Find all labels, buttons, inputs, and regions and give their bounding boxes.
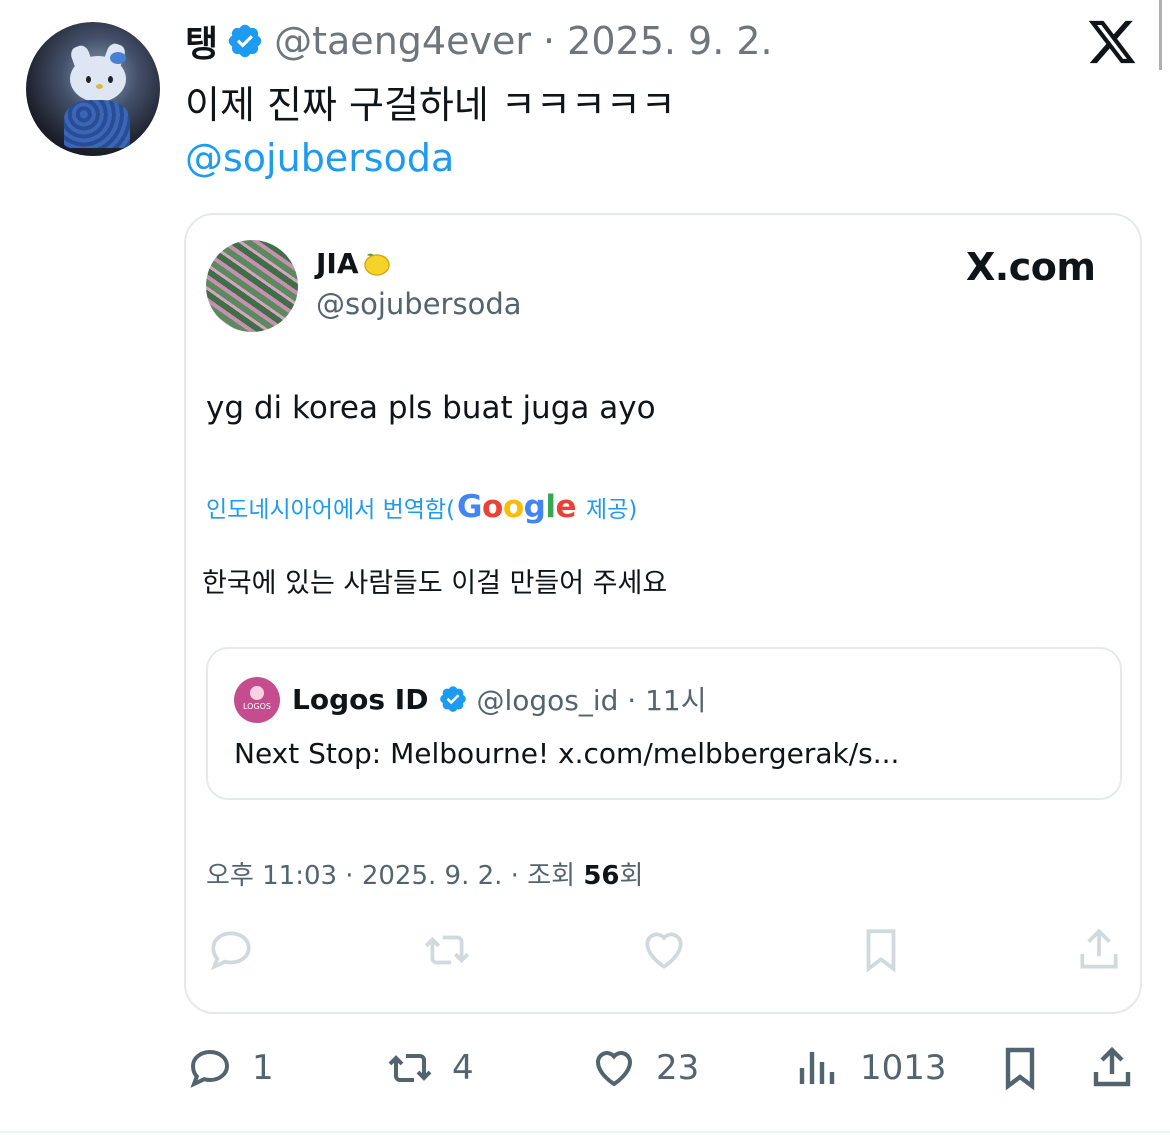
author-avatar[interactable] <box>26 22 160 156</box>
quote-author-avatar[interactable]: LOGOS <box>234 677 280 723</box>
quote-author-name[interactable]: Logos ID <box>292 683 428 716</box>
mention-link[interactable]: @sojubersoda <box>185 136 454 180</box>
embed-action-bar <box>186 925 1140 975</box>
like-count: 23 <box>656 1048 700 1088</box>
quote-header: Logos ID @logos_id · 11시 <box>292 679 706 719</box>
view-count: 56 <box>583 861 620 891</box>
view-suffix: 회 <box>619 861 644 891</box>
bookmark-button[interactable] <box>996 1038 1044 1098</box>
reply-button[interactable]: 1 <box>186 1038 274 1098</box>
reply-icon <box>190 1049 230 1088</box>
translation-provider-suffix: 제공) <box>586 497 638 523</box>
embedded-tweet-card[interactable]: JIA @sojubersoda X.com yg di korea pls b… <box>184 213 1142 1014</box>
verified-badge-icon <box>440 686 467 712</box>
tweet-action-bar: 1 4 23 1013 <box>0 1038 1170 1098</box>
share-icon <box>1093 1046 1131 1087</box>
views-count: 1013 <box>860 1048 947 1088</box>
quote-avatar-text: LOGOS <box>242 702 272 711</box>
embed-author-name[interactable]: JIA <box>316 247 391 280</box>
scrollbar[interactable] <box>1152 0 1162 70</box>
quote-text: Next Stop: Melbourne! x.com/melbbergerak… <box>234 737 900 770</box>
author-handle-and-date[interactable]: @taeng4ever · 2025. 9. 2. <box>274 19 773 63</box>
embed-author-handle[interactable]: @sojubersoda <box>316 287 522 321</box>
share-icon[interactable] <box>1074 925 1124 975</box>
x-logo-icon[interactable] <box>1086 16 1138 68</box>
translation-label: 인도네시아어에서 번역함( <box>206 497 456 523</box>
retweet-icon[interactable] <box>422 925 472 975</box>
quote-handle-and-time[interactable]: @logos_id · 11시 <box>476 679 706 719</box>
retweet-button[interactable]: 4 <box>386 1038 474 1098</box>
tweet-header: 탱 @taeng4ever · 2025. 9. 2. <box>185 16 773 66</box>
embed-author-name-text: JIA <box>316 247 359 280</box>
author-display-name[interactable]: 탱 <box>185 15 218 67</box>
tweet-text: 이제 진짜 구걸하네 ㅋㅋㅋㅋㅋ <box>185 83 676 127</box>
bookmark-icon[interactable] <box>856 925 906 975</box>
like-icon[interactable] <box>639 925 689 975</box>
logo-sun-mark <box>250 686 264 700</box>
retweet-icon <box>388 1054 432 1082</box>
like-icon <box>595 1051 633 1087</box>
avatar-bow <box>110 52 126 64</box>
retweet-count: 4 <box>452 1048 474 1088</box>
timestamp-text: 오후 11:03 · 2025. 9. 2. · 조회 <box>206 861 584 891</box>
avatar-nose <box>96 84 103 89</box>
xcom-brand[interactable]: X.com <box>966 245 1096 289</box>
verified-badge-icon <box>228 24 262 58</box>
views-button[interactable]: 1013 <box>794 1038 947 1098</box>
divider <box>0 1131 1170 1133</box>
translated-text: 한국에 있는 사람들도 이걸 만들어 주세요 <box>202 568 668 599</box>
like-button[interactable]: 23 <box>590 1038 699 1098</box>
reply-count: 1 <box>252 1048 274 1088</box>
bookmark-icon <box>1005 1047 1035 1091</box>
reply-icon[interactable] <box>206 925 256 975</box>
avatar-eye <box>108 76 113 83</box>
google-logo: Google <box>457 489 576 525</box>
avatar-eye <box>86 76 91 83</box>
quoted-tweet-card[interactable]: LOGOS Logos ID @logos_id · 11시 Next Stop… <box>206 647 1122 800</box>
lemon-icon <box>363 253 390 276</box>
avatar-dress <box>64 100 130 148</box>
embed-author-avatar[interactable] <box>206 240 298 332</box>
embed-tweet-text: yg di korea pls buat juga ayo <box>206 390 656 426</box>
embed-timestamp: 오후 11:03 · 2025. 9. 2. · 조회 56회 <box>206 855 643 892</box>
share-button[interactable] <box>1088 1038 1136 1098</box>
translation-attribution[interactable]: 인도네시아어에서 번역함( Google 제공) <box>206 489 637 525</box>
views-chart-icon <box>799 1052 835 1084</box>
